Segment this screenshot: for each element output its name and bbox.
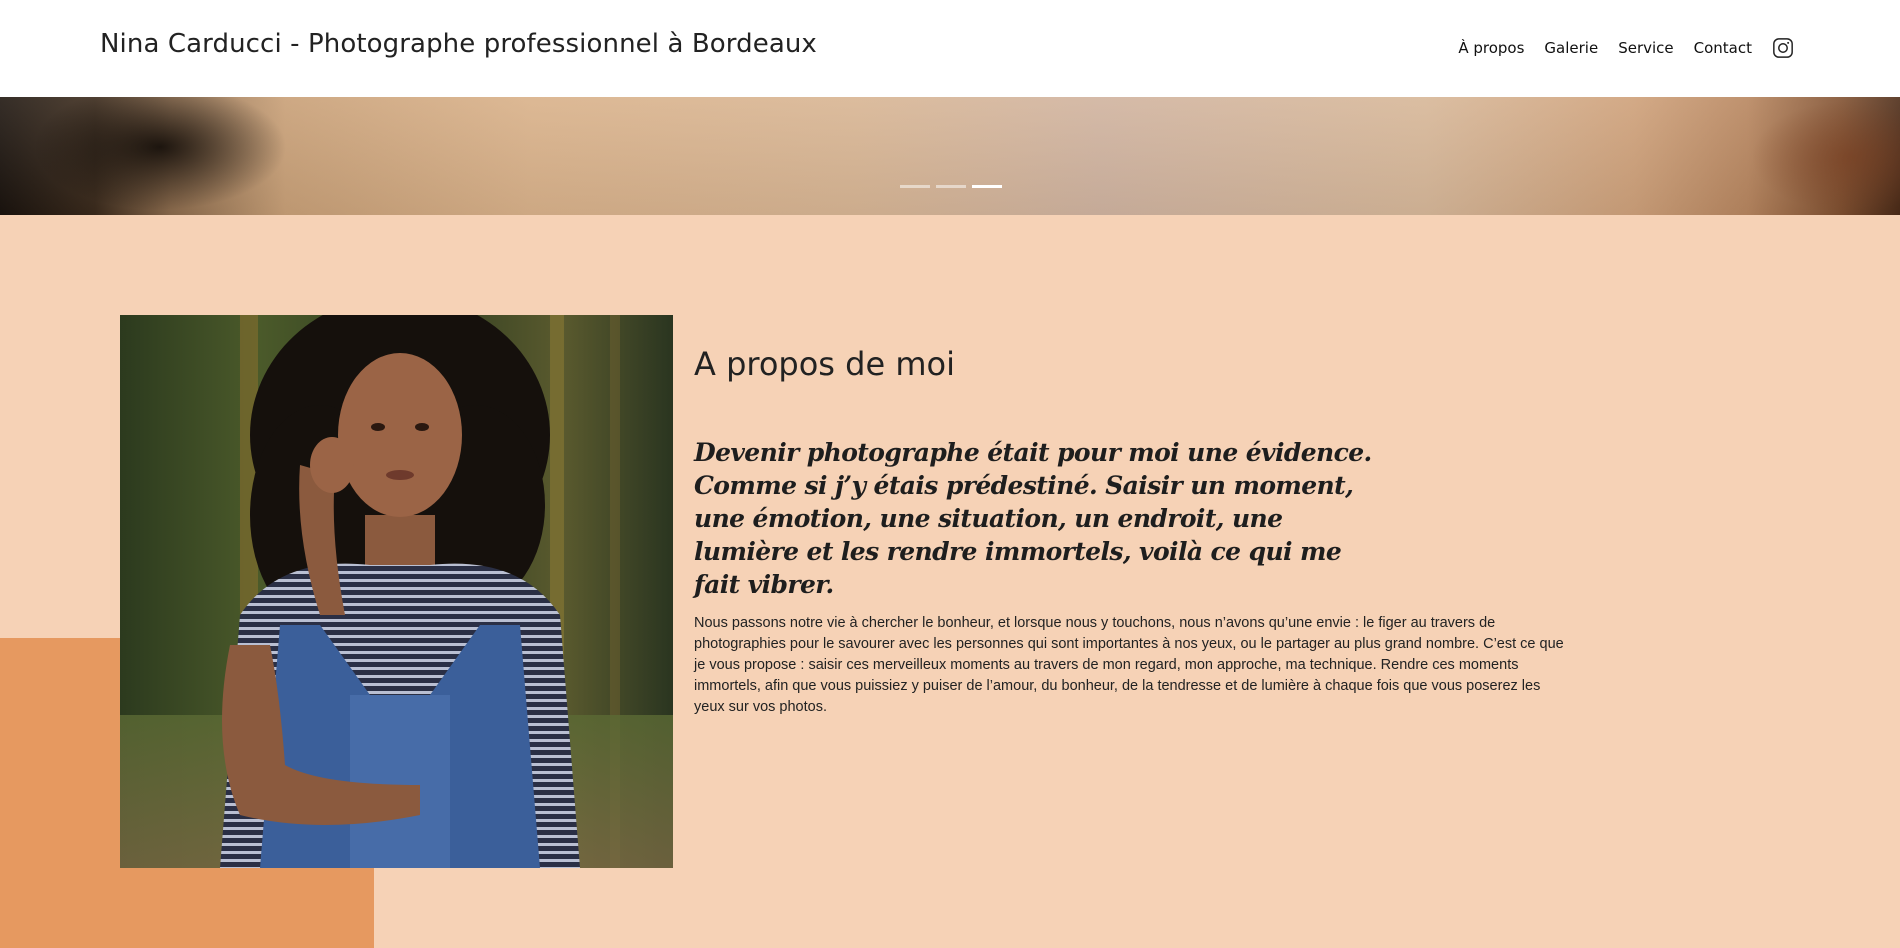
carousel-indicator-3[interactable] [972,185,1002,188]
about-heading: A propos de moi [694,345,955,383]
carousel-indicator-2[interactable] [936,185,966,188]
carousel-indicators [900,185,1002,188]
about-quote: Devenir photographe était pour moi une é… [694,438,1372,599]
about-portrait-photo [120,315,673,868]
hero-carousel[interactable] [0,97,1900,215]
nav-link-contact[interactable]: Contact [1694,38,1752,58]
carousel-slide-image [0,97,1900,215]
instagram-icon [1773,38,1793,58]
carousel-indicator-1[interactable] [900,185,930,188]
about-body-text: Nous passons notre vie à chercher le bon… [694,615,1564,715]
site-title[interactable]: Nina Carducci - Photographe professionne… [100,27,817,61]
about-text-block: A propos de moi Devenir photographe étai… [694,340,1564,718]
nav-link-service[interactable]: Service [1618,38,1673,58]
nav-link-gallery[interactable]: Galerie [1544,38,1598,58]
site-header: Nina Carducci - Photographe professionne… [0,0,1900,97]
main-nav: À propos Galerie Service Contact [1458,36,1794,60]
instagram-link[interactable] [1772,37,1794,59]
nav-link-about[interactable]: À propos [1458,38,1524,58]
